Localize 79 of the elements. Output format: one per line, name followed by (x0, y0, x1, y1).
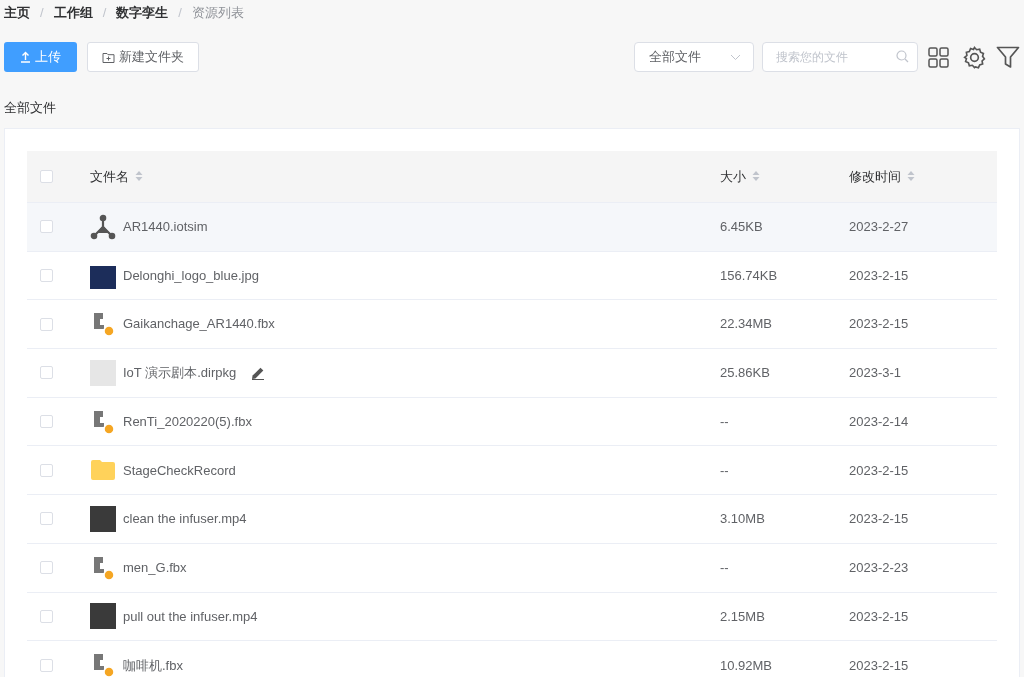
file-size: -- (719, 445, 848, 495)
file-row[interactable]: pull out the infuser.mp4 2.15MB 2023-2-15 (27, 592, 997, 641)
row-checkbox[interactable] (40, 366, 53, 380)
modified-date: 2023-3-1 (848, 348, 997, 398)
row-checkbox[interactable] (40, 512, 53, 526)
section-title: 全部文件 (4, 99, 57, 117)
row-checkbox[interactable] (40, 561, 53, 575)
breadcrumb-separator: / (178, 4, 182, 23)
package-thumbnail (90, 359, 116, 386)
folder-add-icon (102, 51, 115, 63)
modified-date: 2023-2-15 (848, 445, 997, 495)
modified-date: 2023-2-23 (848, 543, 997, 592)
breadcrumb-link[interactable]: 主页 (4, 3, 30, 23)
breadcrumb-link[interactable]: 工作组 (53, 3, 93, 23)
column-header: 修改时间 (849, 167, 901, 186)
file-row[interactable]: IoT 演示剧本.dirpkg 25.86KB 2023-3-1 (27, 348, 997, 398)
pencil-icon[interactable] (251, 365, 266, 380)
settings-icon[interactable] (963, 45, 986, 69)
file-name[interactable]: men_G.fbx (123, 557, 187, 578)
sort-icon[interactable] (752, 170, 760, 183)
file-size: -- (719, 543, 848, 592)
new-folder-button[interactable]: 新建文件夹 (87, 42, 199, 72)
search-field[interactable]: 搜索您的文件 (762, 42, 918, 72)
row-checkbox[interactable] (40, 463, 53, 477)
file-size: 10.92MB (719, 640, 848, 677)
column-header: 大小 (720, 167, 746, 186)
file-row[interactable]: RenTi_2020220(5).fbx -- 2023-2-14 (27, 397, 997, 446)
file-type-select[interactable]: 全部文件 (634, 42, 754, 72)
file-size: -- (719, 397, 848, 446)
upload-icon (20, 51, 31, 63)
file-name[interactable]: StageCheckRecord (123, 460, 236, 481)
breadcrumb-separator: / (40, 4, 44, 23)
row-checkbox[interactable] (40, 609, 53, 623)
file-row[interactable]: clean the infuser.mp4 3.10MB 2023-2-15 (27, 494, 997, 544)
file-name[interactable]: Delonghi_logo_blue.jpg (123, 265, 259, 286)
sort-icon[interactable] (135, 170, 143, 183)
file-name[interactable]: RenTi_2020220(5).fbx (123, 411, 252, 432)
file-name[interactable]: AR1440.iotsim (123, 217, 208, 237)
modified-date: 2023-2-14 (848, 397, 997, 446)
grid-view-icon[interactable] (928, 46, 949, 68)
file-row[interactable]: Delonghi_logo_blue.jpg 156.74KB 2023-2-15 (27, 251, 997, 300)
modified-date: 2023-2-15 (848, 640, 997, 677)
file-row[interactable]: 咖啡机.fbx 10.92MB 2023-2-15 (27, 640, 997, 677)
breadcrumb-separator: / (102, 4, 107, 23)
modified-date: 2023-2-15 (848, 299, 997, 349)
row-checkbox[interactable] (40, 317, 53, 331)
file-row[interactable]: Gaikanchage_AR1440.fbx 22.34MB 2023-2-15 (27, 299, 997, 349)
file-name[interactable]: Gaikanchage_AR1440.fbx (123, 314, 275, 334)
file-size: 22.34MB (719, 299, 848, 349)
search-icon (896, 50, 909, 63)
row-checkbox[interactable] (40, 220, 53, 234)
file-row[interactable]: StageCheckRecord -- 2023-2-15 (27, 445, 997, 495)
column-header: 文件名 (90, 167, 129, 186)
file-name[interactable]: 咖啡机.fbx (123, 655, 183, 676)
file-row[interactable]: men_G.fbx -- 2023-2-23 (27, 543, 997, 592)
row-checkbox[interactable] (40, 415, 53, 429)
modified-date: 2023-2-15 (848, 494, 997, 544)
file-size: 156.74KB (719, 251, 848, 300)
network-icon (90, 213, 116, 240)
row-checkbox[interactable] (40, 269, 53, 283)
file-size: 2.15MB (719, 592, 848, 641)
modified-date: 2023-2-27 (848, 202, 997, 252)
row-checkbox[interactable] (40, 658, 53, 672)
file-size: 25.86KB (719, 348, 848, 398)
file-name[interactable]: clean the infuser.mp4 (123, 509, 247, 529)
file-size: 3.10MB (719, 494, 848, 544)
breadcrumb-current: 资源列表 (191, 4, 244, 23)
file-name[interactable]: pull out the infuser.mp4 (123, 606, 258, 627)
sort-icon[interactable] (907, 170, 915, 183)
breadcrumb-link[interactable]: 数字孪生 (116, 3, 169, 23)
filter-icon[interactable] (996, 45, 1020, 69)
video-thumbnail (90, 603, 116, 630)
select-all-checkbox[interactable] (40, 169, 53, 183)
modified-date: 2023-2-15 (848, 592, 997, 641)
file-name[interactable]: IoT 演示剧本.dirpkg (123, 363, 237, 383)
chevron-down-icon (730, 53, 741, 61)
video-thumbnail (90, 505, 116, 532)
modified-date: 2023-2-15 (848, 251, 997, 300)
file-size: 6.45KB (719, 202, 848, 252)
